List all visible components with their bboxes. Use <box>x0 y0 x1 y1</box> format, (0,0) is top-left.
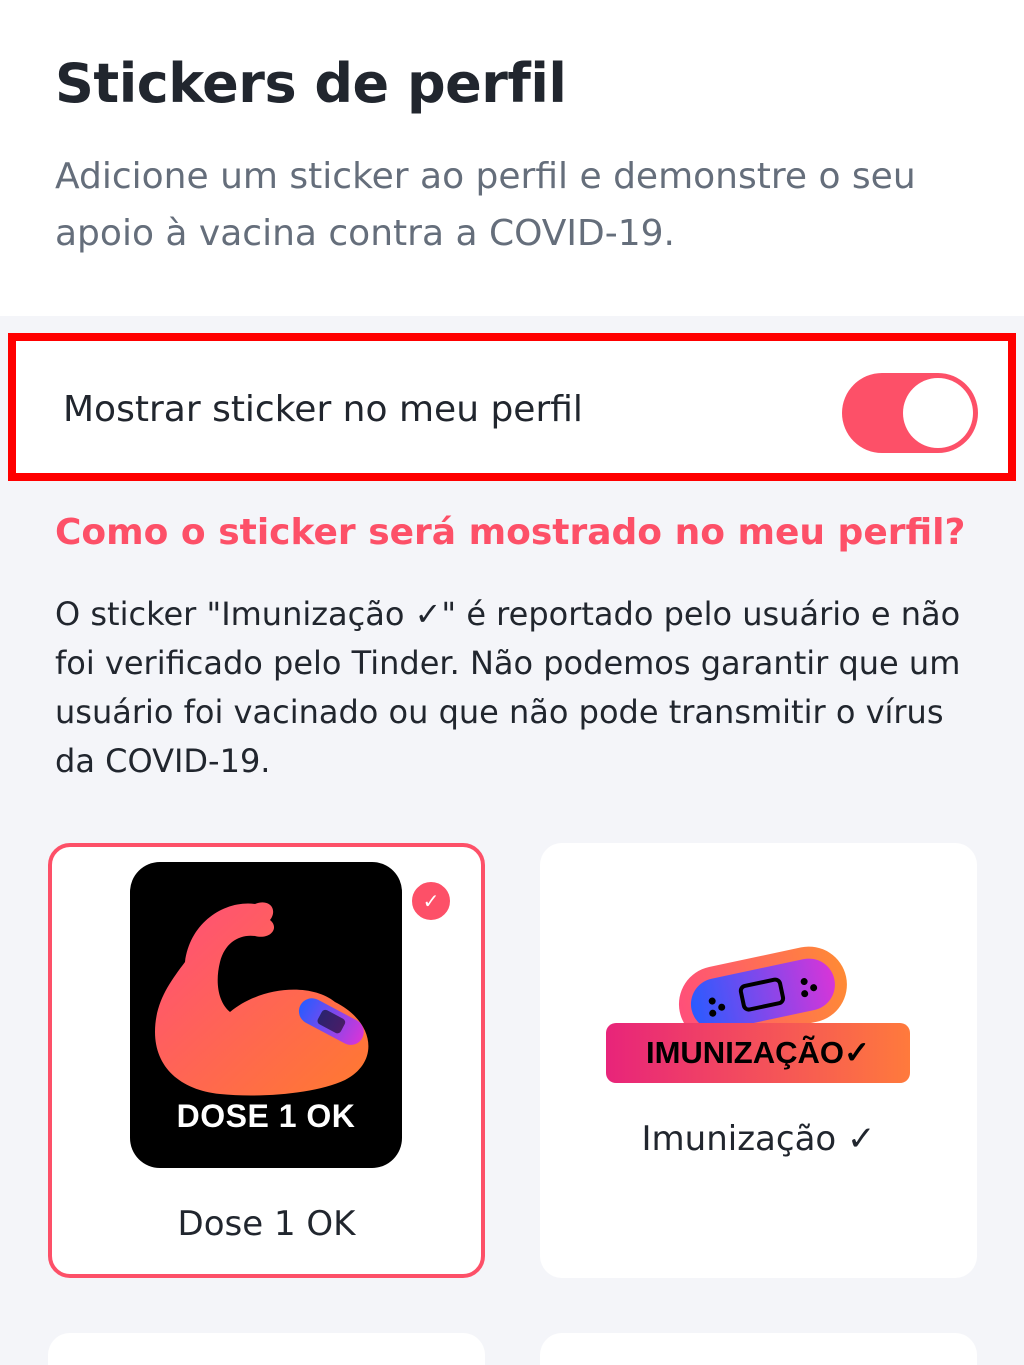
sticker-card-dose-1[interactable]: DOSE 1 OK ✓ Dose 1 OK <box>48 843 485 1278</box>
show-sticker-label: Mostrar sticker no meu perfil <box>63 389 583 430</box>
info-question: Como o sticker será mostrado no meu perf… <box>55 512 966 553</box>
page-subtitle: Adicione um sticker ao perfil e demonstr… <box>55 156 916 254</box>
header: Stickers de perfil Adicione um sticker a… <box>0 0 1024 316</box>
dose-1-sticker-image: DOSE 1 OK <box>130 862 402 1168</box>
selected-check-icon: ✓ <box>409 879 453 923</box>
sticker-card[interactable] <box>48 1333 485 1365</box>
sticker-label: Dose 1 OK <box>177 1204 356 1244</box>
sticker-label: Imunização ✓ <box>641 1119 876 1159</box>
imunizacao-sticker-banner: IMUNIZAÇÃO✓ <box>606 1023 910 1083</box>
sticker-card-imunizacao[interactable]: IMUNIZAÇÃO✓ Imunização ✓ <box>540 843 977 1278</box>
dose-1-sticker-text: DOSE 1 OK <box>176 1098 356 1134</box>
toggle-knob <box>903 378 973 448</box>
show-sticker-toggle[interactable] <box>842 373 978 453</box>
imunizacao-sticker-text: IMUNIZAÇÃO✓ <box>645 1035 870 1070</box>
info-body: O sticker "Imunização ✓" é reportado pel… <box>55 595 961 780</box>
page-title: Stickers de perfil <box>55 52 567 115</box>
sticker-card[interactable] <box>540 1333 977 1365</box>
show-sticker-row[interactable]: Mostrar sticker no meu perfil <box>8 333 1016 481</box>
